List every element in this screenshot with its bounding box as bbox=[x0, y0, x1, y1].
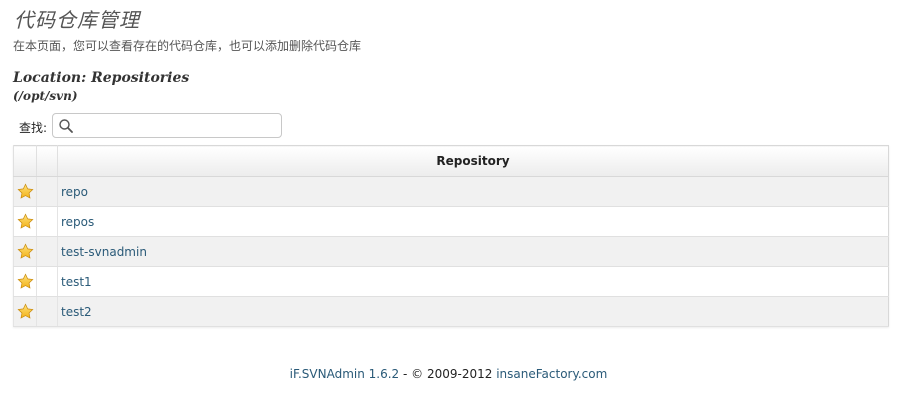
search-icon bbox=[59, 119, 73, 133]
page-description: 在本页面，您可以查看存在的代码仓库，也可以添加删除代码仓库 bbox=[13, 39, 362, 53]
table-row: test-svnadmin bbox=[13, 236, 889, 267]
repository-link[interactable]: test2 bbox=[60, 305, 92, 319]
row-name-cell: test-svnadmin bbox=[57, 236, 889, 267]
footer: iF.SVNAdmin 1.6.2 - © 2009-2012 insaneFa… bbox=[0, 367, 897, 381]
footer-copyright: - © 2009-2012 bbox=[399, 367, 497, 381]
page-title: 代码仓库管理 bbox=[14, 8, 140, 32]
search-box[interactable] bbox=[52, 113, 282, 138]
repository-table: Repository repo repos test-svnadmin test1 te… bbox=[13, 145, 889, 327]
repository-link[interactable]: test1 bbox=[60, 275, 92, 289]
header-repository[interactable]: Repository bbox=[57, 145, 889, 177]
search-input[interactable] bbox=[77, 116, 277, 134]
location-path: (/opt/svn) bbox=[13, 89, 78, 103]
product-link[interactable]: iF.SVNAdmin 1.6.2 bbox=[290, 367, 400, 381]
row-select-cell[interactable] bbox=[36, 206, 58, 237]
row-icon-cell bbox=[13, 176, 37, 207]
star-icon bbox=[16, 273, 34, 289]
header-icon-column bbox=[13, 145, 37, 177]
star-icon bbox=[16, 303, 34, 319]
table-header-row: Repository bbox=[13, 145, 889, 177]
repository-link[interactable]: repos bbox=[60, 215, 94, 229]
repository-list: repo repos test-svnadmin test1 test2 bbox=[13, 176, 889, 327]
star-icon bbox=[16, 213, 34, 229]
row-icon-cell bbox=[13, 236, 37, 267]
row-icon-cell bbox=[13, 206, 37, 237]
location-title: Location: Repositories bbox=[13, 70, 190, 86]
header-select-column[interactable] bbox=[36, 145, 58, 177]
company-link[interactable]: insaneFactory.com bbox=[496, 367, 607, 381]
row-select-cell[interactable] bbox=[36, 266, 58, 297]
row-icon-cell bbox=[13, 296, 37, 327]
repository-link[interactable]: test-svnadmin bbox=[60, 245, 147, 259]
search-label: 查找: bbox=[19, 121, 48, 135]
table-row: repos bbox=[13, 206, 889, 237]
table-row: repo bbox=[13, 176, 889, 207]
row-name-cell: repos bbox=[57, 206, 889, 237]
repository-link[interactable]: repo bbox=[60, 185, 88, 199]
row-name-cell: repo bbox=[57, 176, 889, 207]
row-name-cell: test2 bbox=[57, 296, 889, 327]
row-name-cell: test1 bbox=[57, 266, 889, 297]
star-icon bbox=[16, 183, 34, 199]
table-row: test1 bbox=[13, 266, 889, 297]
table-row: test2 bbox=[13, 296, 889, 327]
row-select-cell[interactable] bbox=[36, 296, 58, 327]
row-select-cell[interactable] bbox=[36, 236, 58, 267]
row-icon-cell bbox=[13, 266, 37, 297]
row-select-cell[interactable] bbox=[36, 176, 58, 207]
star-icon bbox=[16, 243, 34, 259]
